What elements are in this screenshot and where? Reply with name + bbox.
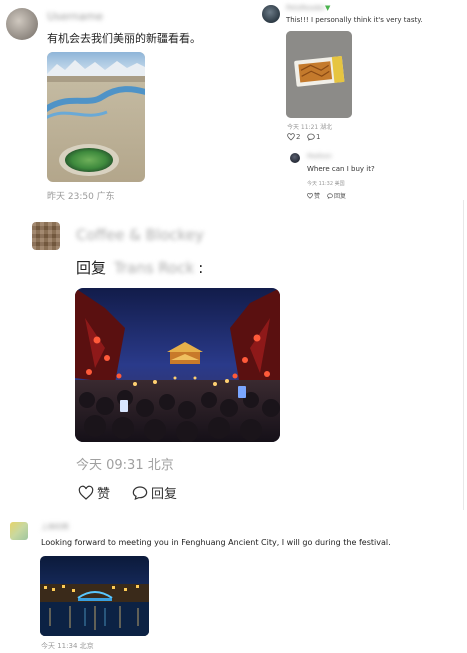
reply-button-comment2[interactable]: 1 — [307, 133, 320, 141]
reply-button-comment4[interactable]: 回复 — [132, 483, 177, 502]
comment-text-comment5: Looking forward to meeting you in Fenghu… — [41, 538, 391, 547]
photo-fenghuang-night[interactable] — [40, 556, 149, 636]
like-label-comment3: 赞 — [314, 193, 321, 200]
snack-package-image — [286, 31, 352, 118]
like-count-comment2: 2 — [296, 133, 301, 141]
reply-to-line-comment4: 回复 Trans Rock : — [76, 257, 203, 278]
username-comment5[interactable]: 上岸的熊 — [41, 522, 69, 532]
timestamp-comment1: 昨天 23:50 广东 — [47, 192, 115, 202]
comment-text-comment3: Where can I buy it? — [307, 165, 375, 173]
reply-colon-comment4: : — [198, 258, 204, 277]
avatar-comment4[interactable] — [32, 222, 60, 250]
like-button-comment2[interactable]: 2 — [287, 133, 300, 141]
speech-bubble-icon — [307, 133, 315, 141]
photo-xinjiang-landscape[interactable] — [47, 52, 145, 182]
heart-outline-icon — [287, 133, 295, 141]
verified-badge-icon: ▼ — [325, 4, 331, 12]
heart-outline-icon — [78, 485, 94, 500]
speech-bubble-icon — [132, 485, 148, 500]
comment-text-comment1: 有机会去我们美丽的新疆看看。 — [47, 32, 201, 45]
photo-night-street-festival[interactable] — [75, 288, 280, 442]
fenghuang-night-image — [40, 556, 149, 636]
username-comment2[interactable]: PetsReader — [286, 4, 325, 12]
night-street-festival-image — [75, 288, 280, 442]
timestamp-comment3: 今天 11:32 美国 — [307, 181, 345, 187]
reply-label-comment3: 回复 — [334, 193, 347, 200]
username-comment3[interactable]: Madison — [307, 153, 332, 160]
reply-count-comment2: 1 — [316, 133, 321, 141]
reply-prefix-comment4: 回复 — [76, 259, 107, 277]
like-button-comment3[interactable]: 赞 — [307, 191, 320, 200]
timestamp-comment4: 今天 09:31 北京 — [76, 458, 174, 473]
reply-button-comment3[interactable]: 回复 — [327, 191, 346, 200]
speech-bubble-icon — [327, 192, 333, 199]
like-label-comment4: 赞 — [97, 487, 111, 502]
avatar-comment2[interactable] — [262, 5, 280, 23]
like-button-comment4[interactable]: 赞 — [78, 483, 110, 502]
avatar-comment3[interactable] — [290, 153, 300, 163]
avatar-comment5[interactable] — [10, 522, 28, 540]
photo-snack-package[interactable] — [286, 31, 352, 118]
timestamp-comment5: 今天 11:34 北京 — [41, 642, 94, 650]
username-comment1[interactable]: Username — [47, 10, 107, 23]
reply-target-username[interactable]: Trans Rock — [114, 259, 194, 277]
panel-divider — [463, 200, 464, 510]
heart-outline-icon — [307, 192, 313, 199]
xinjiang-landscape-image — [47, 52, 145, 182]
comment-text-comment2: This!!! I personally think it's very tas… — [286, 16, 423, 24]
reply-label-comment4: 回复 — [151, 487, 178, 502]
username-comment4[interactable]: Coffee & Blockey — [76, 226, 204, 244]
avatar-comment1[interactable] — [6, 8, 38, 40]
timestamp-comment2: 今天 11:21 湖北 — [287, 124, 333, 131]
